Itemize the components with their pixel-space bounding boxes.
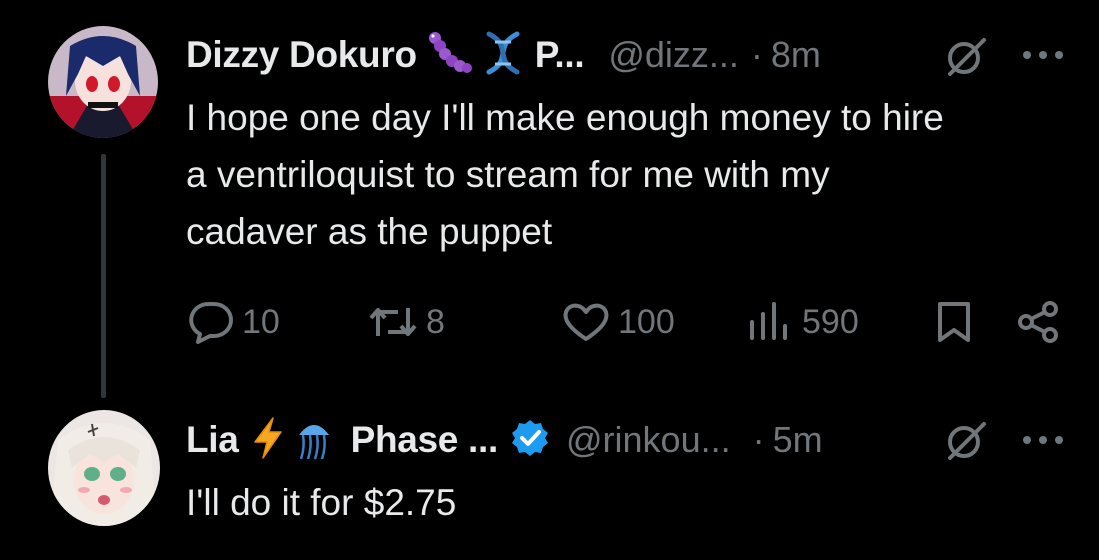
- view-count: 590: [802, 302, 859, 341]
- verified-badge-icon: [510, 418, 550, 463]
- separator-dot: ·: [750, 34, 763, 75]
- lightning-icon: [251, 416, 285, 465]
- display-name-suffix[interactable]: Phase ...: [351, 419, 499, 461]
- views-icon: [750, 302, 787, 340]
- views-button[interactable]: 590: [748, 298, 859, 346]
- avatar-image: [48, 26, 158, 138]
- share-icon: [1018, 301, 1058, 343]
- like-button[interactable]: 100: [562, 298, 675, 346]
- user-handle[interactable]: @rinkou...: [566, 419, 731, 461]
- tweet-header: Dizzy Dokuro P... @dizz... · 8m: [186, 30, 821, 80]
- reply-button[interactable]: 10: [188, 298, 280, 346]
- separator-dot: ·: [752, 419, 765, 460]
- tweet-text: I hope one day I'll make enough money to…: [186, 89, 944, 260]
- tweet-header: Lia Phase ... @rinkou... · 5m: [186, 415, 823, 465]
- tweet-text-line: I hope one day I'll make enough money to…: [186, 97, 944, 138]
- tweet-text: I'll do it for $2.75: [186, 474, 456, 531]
- like-count: 100: [618, 302, 675, 341]
- user-handle[interactable]: @dizz...: [608, 34, 739, 76]
- jellyfish-icon: [293, 415, 335, 466]
- retweet-button[interactable]: 8: [368, 298, 445, 346]
- tweet-text-line: a ventriloquist to stream for me with my: [186, 154, 830, 195]
- timestamp[interactable]: 8m: [771, 34, 821, 76]
- dna-icon: [483, 30, 523, 81]
- more-options-icon[interactable]: [1020, 432, 1066, 448]
- retweet-count: 8: [426, 302, 445, 341]
- share-button[interactable]: [1016, 298, 1062, 346]
- reply-count: 10: [242, 302, 280, 341]
- grok-icon[interactable]: [944, 418, 988, 462]
- display-name-suffix[interactable]: P...: [535, 34, 585, 76]
- more-options-icon[interactable]: [1020, 47, 1066, 63]
- thread-line: [101, 154, 106, 398]
- heart-icon: [563, 303, 609, 341]
- timestamp[interactable]: 5m: [773, 419, 823, 461]
- bookmark-button[interactable]: [934, 298, 974, 346]
- bookmark-icon: [938, 302, 970, 342]
- display-name[interactable]: Lia: [186, 419, 239, 461]
- avatar-lia[interactable]: [48, 410, 160, 526]
- tweet-text-line: I'll do it for $2.75: [186, 482, 457, 523]
- purple-caterpillar-icon: [427, 30, 473, 81]
- avatar-dizzy-dokuro[interactable]: [48, 26, 158, 138]
- reply-icon: [189, 302, 233, 344]
- retweet-icon: [369, 308, 417, 336]
- tweet-text-line: cadaver as the puppet: [186, 211, 553, 252]
- avatar-image: [48, 410, 160, 526]
- grok-icon[interactable]: [944, 34, 988, 78]
- display-name[interactable]: Dizzy Dokuro: [186, 34, 417, 76]
